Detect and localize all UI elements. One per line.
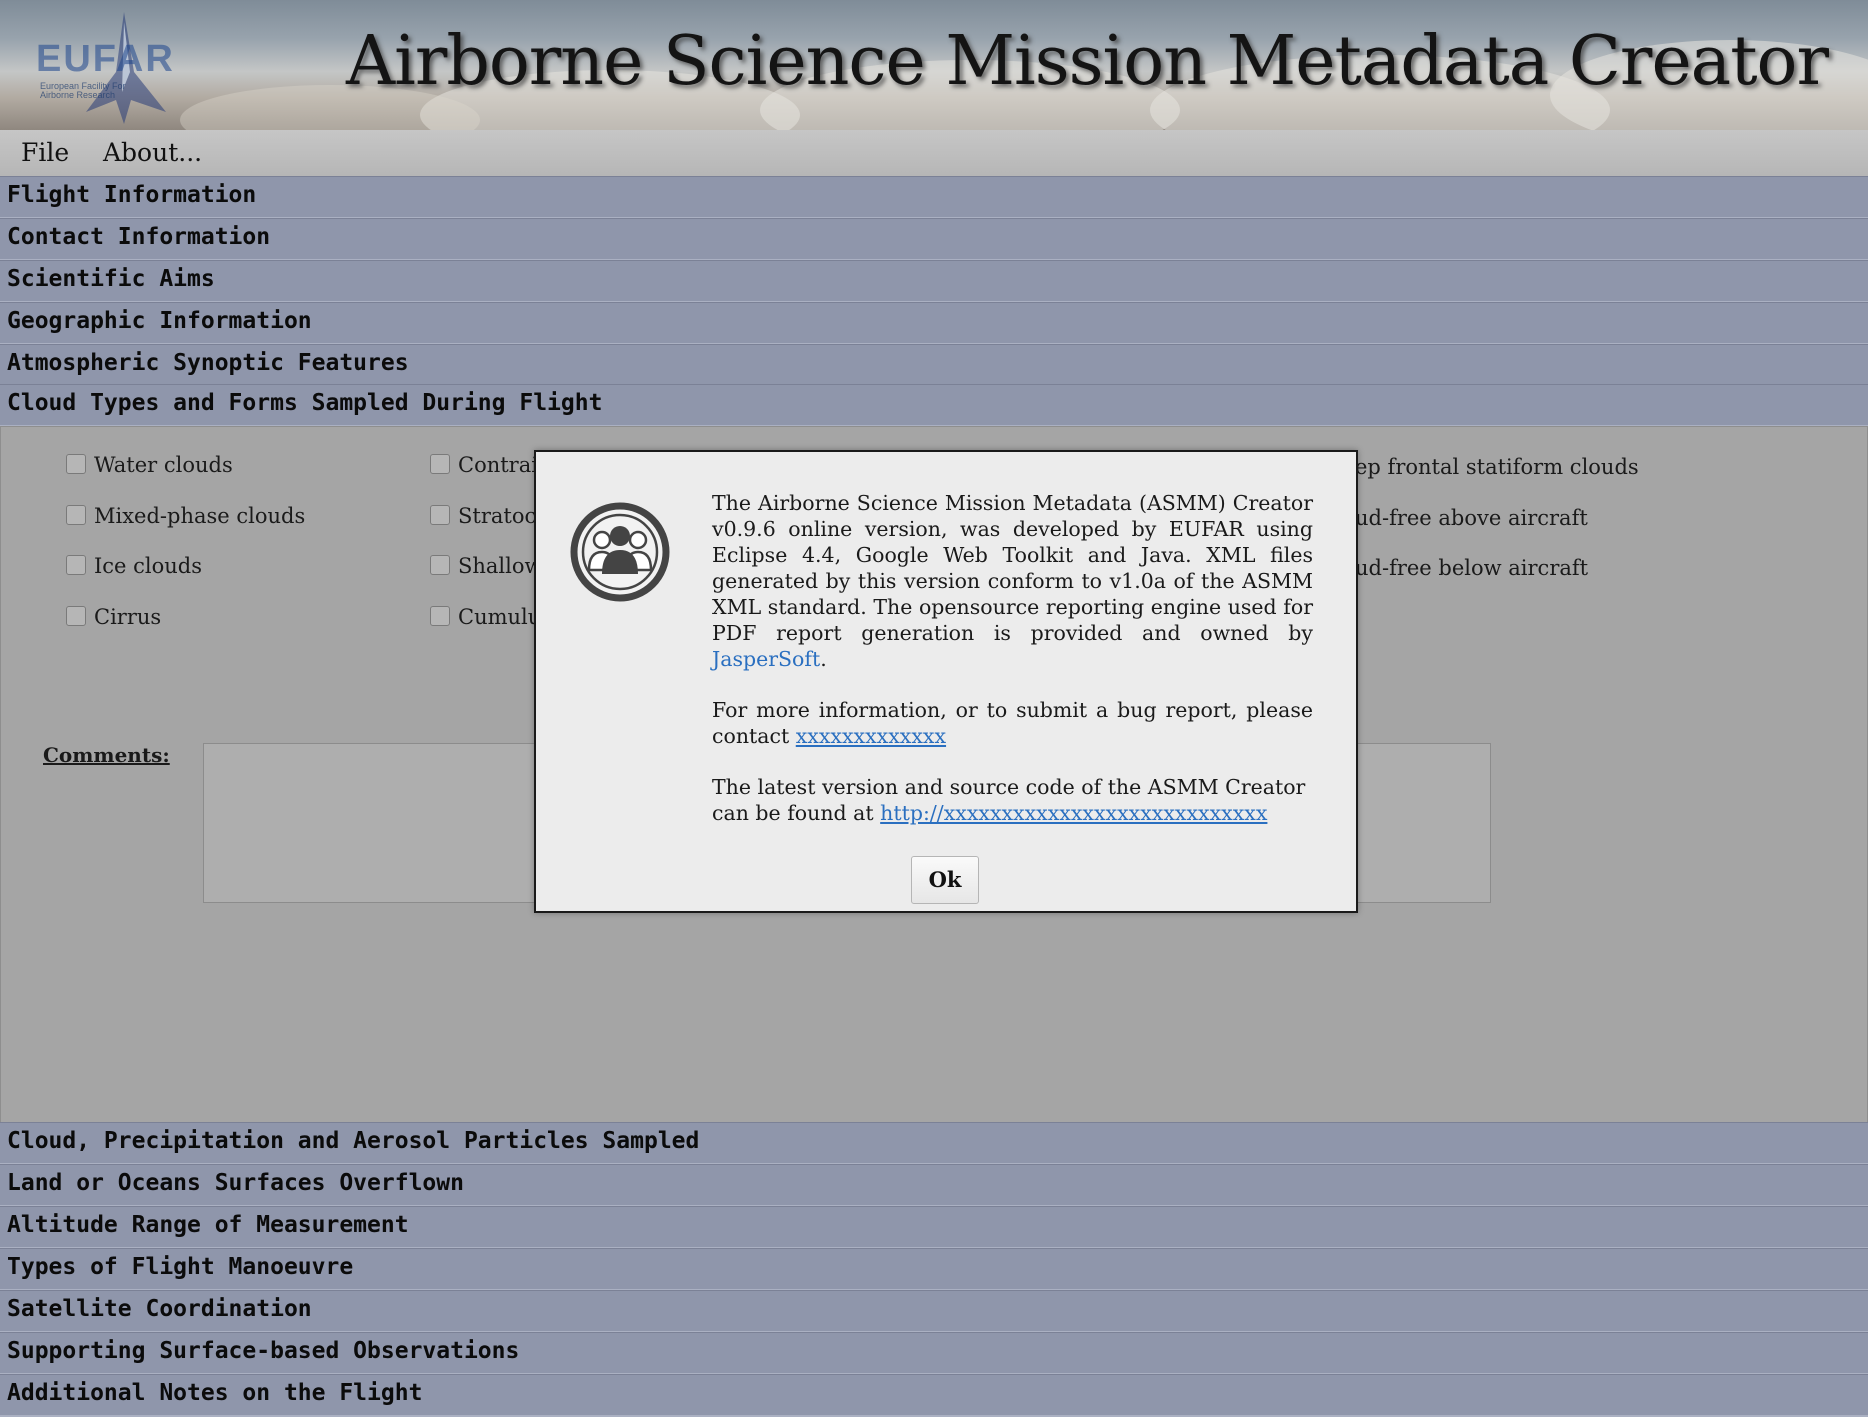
checkbox-contrails[interactable]: Contrai — [430, 453, 538, 477]
app-title: Airborne Science Mission Metadata Creato… — [345, 22, 1829, 101]
checkbox-ice-clouds[interactable]: Ice clouds — [66, 554, 202, 578]
section-atmospheric-synoptic-features[interactable]: Atmospheric Synoptic Features — [0, 344, 1868, 387]
checkbox-shallow[interactable]: Shallow — [430, 554, 542, 578]
checkbox-icon[interactable] — [430, 555, 450, 575]
checkbox-cumulus[interactable]: Cumulu — [430, 605, 541, 629]
comments-label: Comments: — [43, 743, 170, 767]
checkbox-label: ep frontal statiform clouds — [1355, 455, 1639, 479]
section-cloud-precipitation-aerosol[interactable]: Cloud, Precipitation and Aerosol Particl… — [0, 1122, 1868, 1165]
checkbox-mixed-phase-clouds[interactable]: Mixed-phase clouds — [66, 504, 305, 528]
section-label: Cloud, Precipitation and Aerosol Particl… — [7, 1128, 700, 1154]
section-label: Contact Information — [7, 224, 271, 250]
checkbox-icon[interactable] — [430, 454, 450, 474]
dialog-text: . — [820, 647, 827, 671]
checkbox-water-clouds[interactable]: Water clouds — [66, 453, 233, 477]
checkbox-icon[interactable] — [66, 555, 86, 575]
section-label: Scientific Aims — [7, 266, 215, 292]
ok-button[interactable]: Ok — [911, 856, 979, 904]
users-group-icon — [570, 502, 670, 602]
menu-file[interactable]: File — [21, 138, 69, 167]
section-scientific-aims[interactable]: Scientific Aims — [0, 260, 1868, 303]
menu-bar: File About... — [0, 130, 1868, 177]
about-dialog: The Airborne Science Mission Metadata (A… — [534, 450, 1358, 913]
logo-subtext: European Facility For Airborne Research — [40, 81, 126, 100]
section-label: Cloud Types and Forms Sampled During Fli… — [7, 390, 603, 416]
source-code-link[interactable]: http://xxxxxxxxxxxxxxxxxxxxxxxxxxxx — [880, 801, 1267, 825]
section-contact-information[interactable]: Contact Information — [0, 218, 1868, 261]
checkbox-cloud-free-above-label: ud-free above aircraft — [1355, 506, 1588, 530]
section-label: Flight Information — [7, 182, 257, 208]
section-altitude-range[interactable]: Altitude Range of Measurement — [0, 1206, 1868, 1249]
checkbox-cloud-free-below-label: ud-free below aircraft — [1355, 556, 1588, 580]
dialog-paragraph-2: For more information, or to submit a bug… — [712, 697, 1313, 749]
section-label: Supporting Surface-based Observations — [7, 1338, 520, 1364]
checkbox-icon[interactable] — [66, 454, 86, 474]
eufar-logo: EUFAR European Facility For Airborne Res… — [16, 12, 196, 124]
section-geographic-information[interactable]: Geographic Information — [0, 302, 1868, 345]
checkbox-label: Mixed-phase clouds — [94, 504, 306, 528]
checkbox-icon[interactable] — [430, 606, 450, 626]
section-label: Atmospheric Synoptic Features — [7, 350, 409, 376]
dialog-paragraph-3: The latest version and source code of th… — [712, 774, 1313, 826]
logo-text: EUFAR — [36, 38, 175, 80]
section-label: Geographic Information — [7, 308, 312, 334]
section-label: Altitude Range of Measurement — [7, 1212, 409, 1238]
section-land-ocean-surfaces[interactable]: Land or Oceans Surfaces Overflown — [0, 1164, 1868, 1207]
checkbox-label: Shallow — [458, 554, 543, 578]
section-flight-manoeuvre[interactable]: Types of Flight Manoeuvre — [0, 1248, 1868, 1291]
section-cloud-types[interactable]: Cloud Types and Forms Sampled During Fli… — [0, 384, 1868, 427]
section-surface-observations[interactable]: Supporting Surface-based Observations — [0, 1332, 1868, 1375]
checkbox-icon[interactable] — [66, 505, 86, 525]
checkbox-stratocumulus[interactable]: Stratoc — [430, 504, 536, 528]
dialog-paragraph-1: The Airborne Science Mission Metadata (A… — [712, 490, 1313, 672]
header-banner: EUFAR European Facility For Airborne Res… — [0, 0, 1868, 130]
section-flight-information[interactable]: Flight Information — [0, 176, 1868, 219]
jaspersoft-link[interactable]: JasperSoft — [712, 647, 820, 671]
checkbox-icon[interactable] — [66, 606, 86, 626]
checkbox-icon[interactable] — [430, 505, 450, 525]
menu-about[interactable]: About... — [103, 138, 202, 167]
section-label: Types of Flight Manoeuvre — [7, 1254, 354, 1280]
checkbox-label: Contrai — [458, 453, 538, 477]
checkbox-label: Water clouds — [94, 453, 233, 477]
section-satellite-coordination[interactable]: Satellite Coordination — [0, 1290, 1868, 1333]
dialog-body: The Airborne Science Mission Metadata (A… — [712, 490, 1313, 851]
checkbox-cirrus[interactable]: Cirrus — [66, 605, 161, 629]
checkbox-label: ud-free above aircraft — [1355, 506, 1588, 530]
section-label: Satellite Coordination — [7, 1296, 312, 1322]
checkbox-label: Stratoc — [458, 504, 537, 528]
checkbox-label: ud-free below aircraft — [1355, 556, 1589, 580]
checkbox-label: Cirrus — [94, 605, 162, 629]
dialog-text: The Airborne Science Mission Metadata (A… — [712, 491, 1313, 645]
section-label: Land or Oceans Surfaces Overflown — [7, 1170, 464, 1196]
section-label: Additional Notes on the Flight — [7, 1380, 423, 1406]
checkbox-label: Ice clouds — [94, 554, 203, 578]
checkbox-label: Cumulu — [458, 605, 542, 629]
section-additional-notes[interactable]: Additional Notes on the Flight — [0, 1374, 1868, 1417]
contact-email-link[interactable]: xxxxxxxxxxxxx — [796, 724, 946, 748]
checkbox-deep-frontal-clouds-label: ep frontal statiform clouds — [1355, 455, 1639, 479]
